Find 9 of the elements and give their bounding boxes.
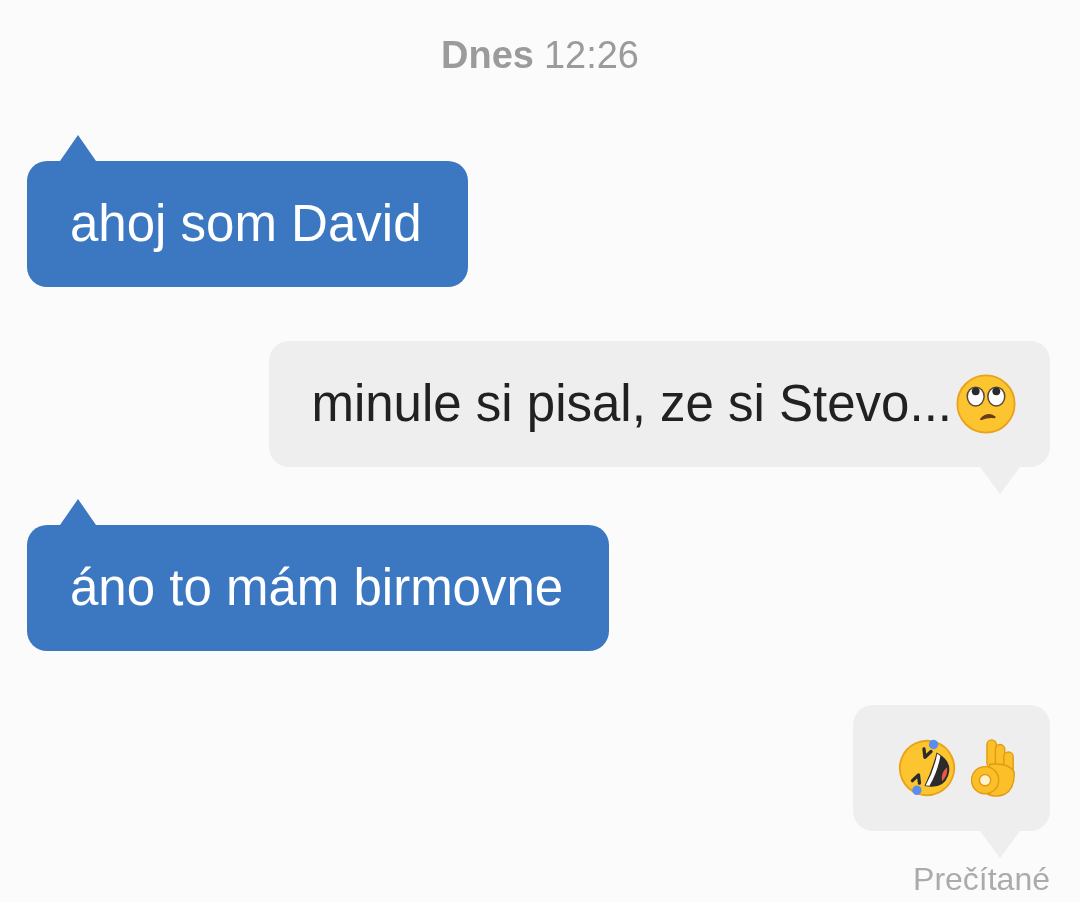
read-receipt: Prečítané — [913, 860, 1050, 898]
laughing-tears-emoji-icon — [897, 738, 957, 798]
ok-hand-emoji-icon — [971, 738, 1016, 798]
message-text: áno to mám birmovne — [70, 558, 564, 618]
time-label: 12:26 — [543, 33, 639, 77]
eye-roll-emoji-icon — [956, 374, 1016, 434]
message-text: ahoj som David — [70, 194, 422, 254]
date-label: Dnes — [441, 33, 534, 77]
message-text: minule si pisal, ze si Stevo... — [311, 374, 952, 434]
